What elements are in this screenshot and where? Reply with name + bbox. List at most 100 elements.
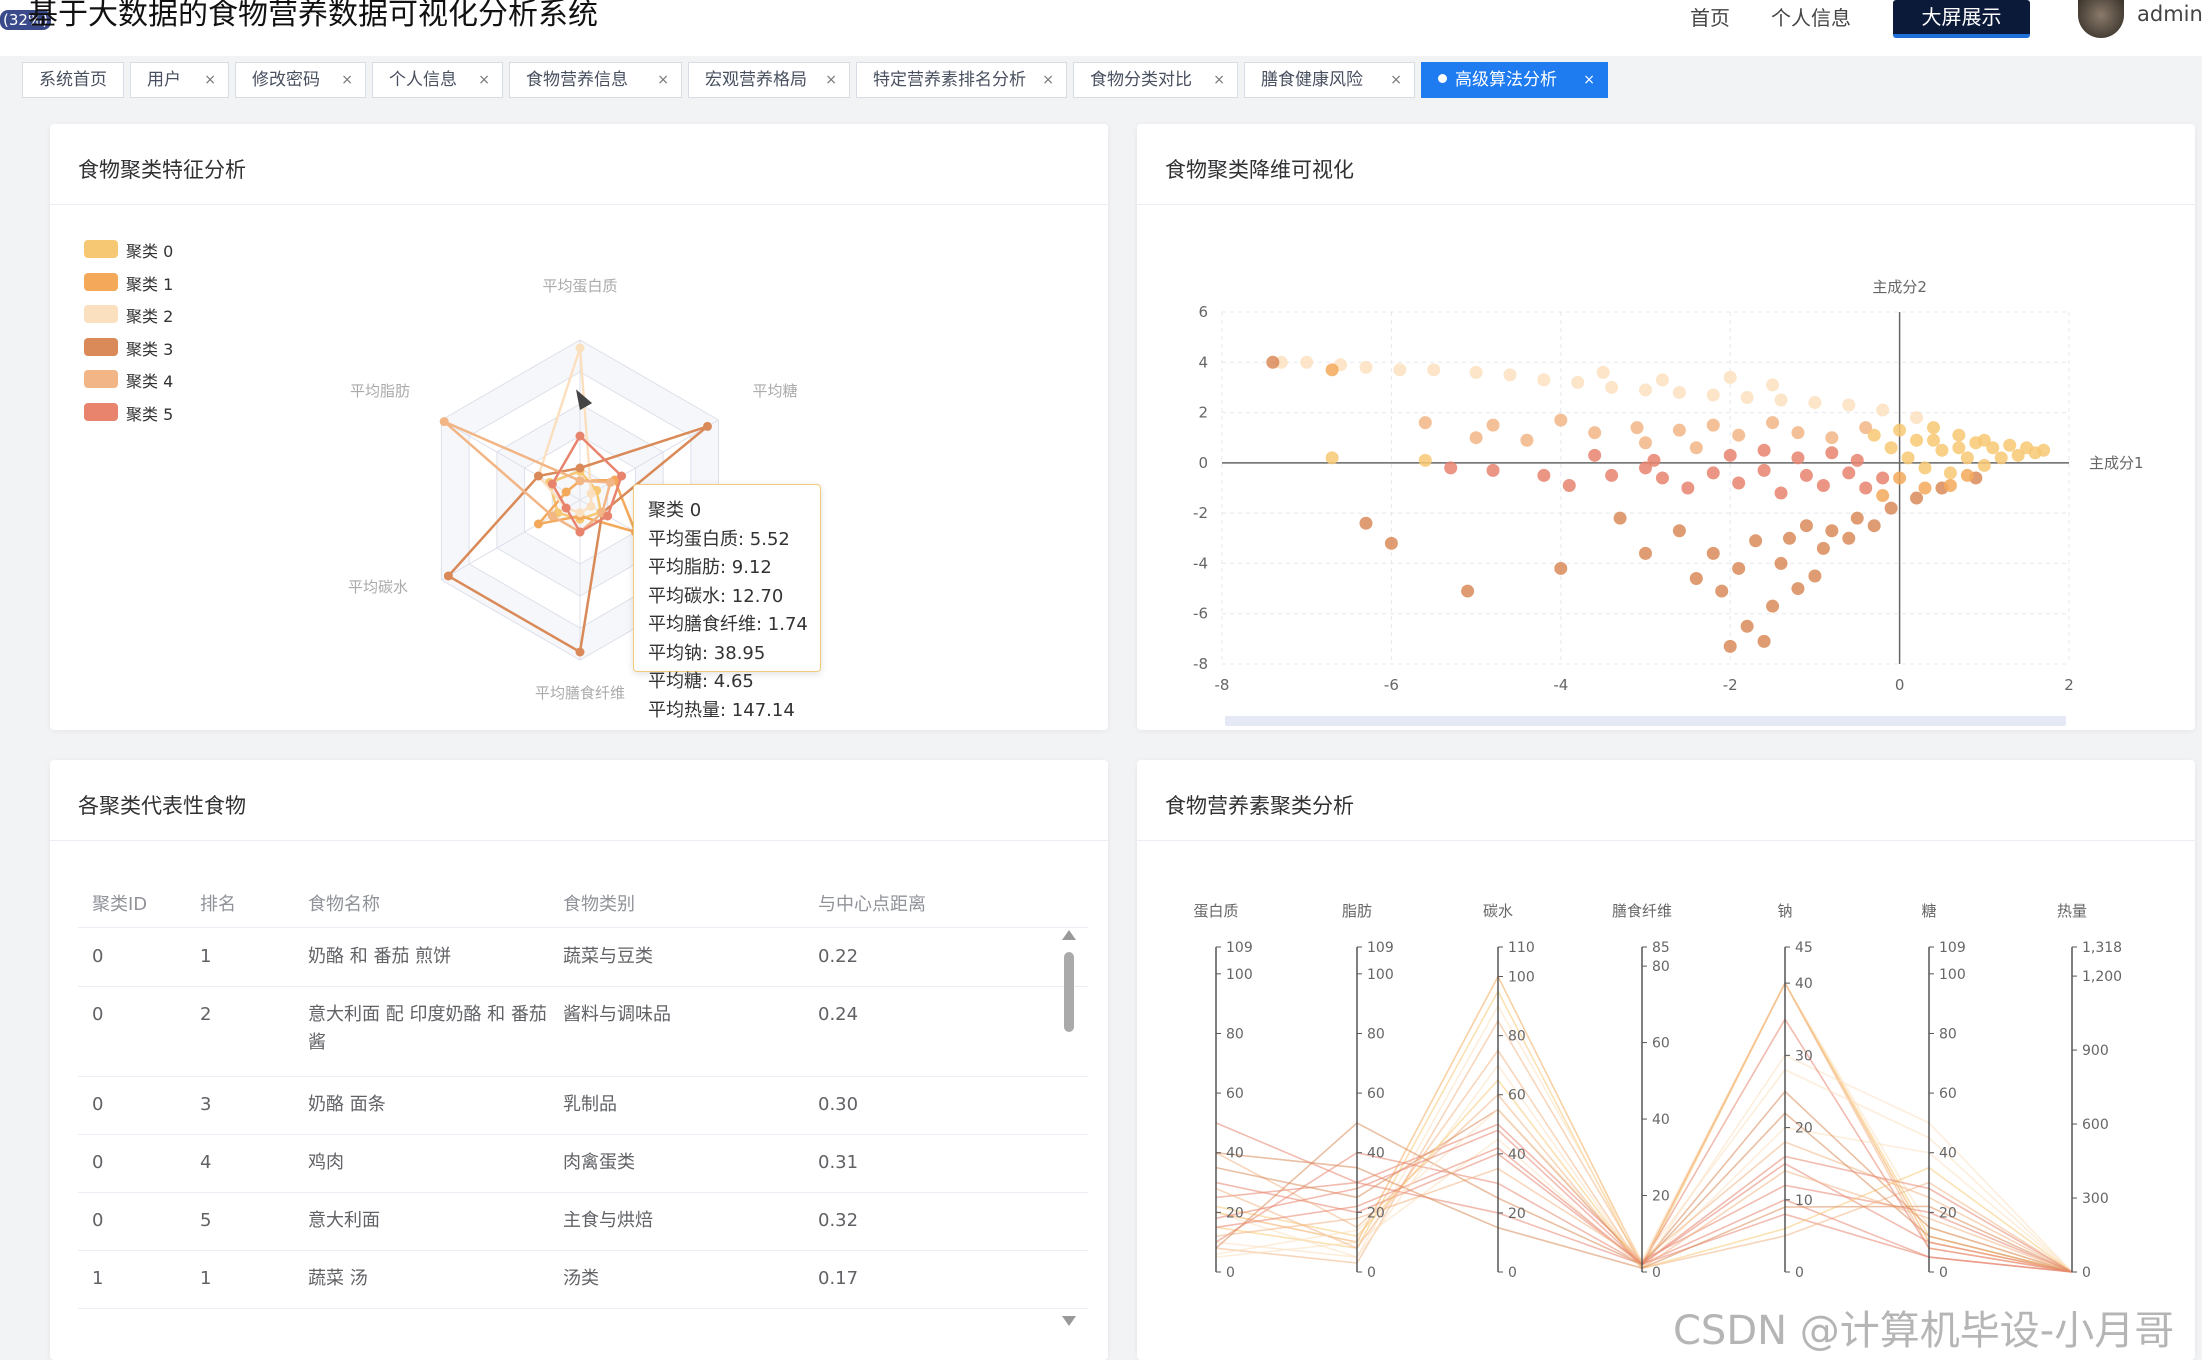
scatter-point <box>1681 481 1695 495</box>
scatter-point <box>2037 443 2051 457</box>
table-row[interactable] <box>78 1134 1088 1135</box>
scatter-point <box>1418 416 1432 430</box>
avatar[interactable] <box>2078 0 2124 38</box>
scatter-point <box>1816 541 1830 555</box>
close-icon[interactable]: × <box>1042 63 1054 97</box>
parallel-axis-name: 碳水 <box>1483 902 1513 920</box>
scatter-point <box>1876 403 1890 417</box>
scatter-y-tick: 2 <box>1198 404 1208 422</box>
radar-series-point <box>561 503 571 513</box>
scatter-point <box>1850 453 1864 467</box>
parallel-tick-label: 1,318 <box>2082 940 2122 956</box>
scatter-point <box>1977 433 1991 447</box>
scatter-point <box>1418 453 1432 467</box>
parallel-tick-label: 60 <box>1652 1036 1670 1052</box>
table-scrollbar[interactable] <box>1062 930 1078 1330</box>
close-icon[interactable]: × <box>657 63 669 97</box>
table-header[interactable]: 与中心点距离 <box>818 890 926 916</box>
tab-item[interactable]: 膳食健康风险 × <box>1244 62 1415 98</box>
user-name[interactable]: admin <box>2137 2 2202 26</box>
parallel-tick-label: 40 <box>1939 1146 1957 1162</box>
scatter-point <box>1749 534 1763 548</box>
scroll-down-icon[interactable] <box>1062 1316 1076 1326</box>
parallel-tick-label: 0 <box>1508 1265 1517 1281</box>
tab-item[interactable]: 系统首页 <box>22 62 124 98</box>
parallel-tick-label: 20 <box>1939 1205 1957 1221</box>
scatter-point <box>1935 443 1949 457</box>
close-icon[interactable]: × <box>1213 63 1225 97</box>
radar-series-point <box>439 417 449 427</box>
table-cell: 0.22 <box>818 946 859 967</box>
tab-item[interactable]: 高级算法分析 × <box>1421 62 1608 98</box>
tab-item[interactable]: 食物营养信息 × <box>509 62 682 98</box>
parallel-tick-label: 109 <box>1939 940 1966 956</box>
close-icon[interactable]: × <box>1390 63 1402 97</box>
tab-item[interactable]: 宏观营养格局 × <box>688 62 850 98</box>
tab-item[interactable]: 修改密码 × <box>235 62 366 98</box>
scatter-point <box>1910 491 1924 505</box>
scatter-point <box>1723 639 1737 653</box>
table-cell: 汤类 <box>563 1268 599 1289</box>
parallel-tick-label: 1,200 <box>2082 969 2122 985</box>
scatter-point <box>1884 501 1898 515</box>
scatter-point <box>1884 441 1898 455</box>
table-row[interactable] <box>78 1192 1088 1193</box>
table-panel: 各聚类代表性食物 聚类ID 排名 食物名称 食物类别 与中心点距离 0 1 奶酪 和 番茄 煎… <box>50 760 1108 1360</box>
scatter-point <box>1808 396 1822 410</box>
table-row[interactable] <box>78 1076 1088 1077</box>
scatter-point <box>1842 531 1856 545</box>
scatter-point <box>1384 536 1398 550</box>
table-row[interactable] <box>78 1250 1088 1251</box>
scatter-point <box>1926 433 1940 447</box>
scatter-point <box>1689 572 1703 586</box>
scatter-point <box>1325 451 1339 465</box>
nav-profile-link[interactable]: 个人信息 <box>1771 2 1851 31</box>
table-header[interactable]: 食物类别 <box>563 890 635 916</box>
scatter-point <box>1943 478 1957 492</box>
nav-home-link[interactable]: 首页 <box>1690 2 1730 31</box>
table-row[interactable] <box>78 986 1088 987</box>
parallel-tick-label: 20 <box>1226 1205 1244 1221</box>
scatter-x-tick: -8 <box>1215 676 1230 694</box>
table-row[interactable] <box>78 1308 1088 1309</box>
close-icon[interactable]: × <box>341 63 353 97</box>
watermark: CSDN @计算机毕设-小月哥 <box>1673 1308 2175 1354</box>
scatter-point <box>1825 431 1839 445</box>
radar-series-point <box>575 343 585 353</box>
scroll-up-icon[interactable] <box>1062 930 1076 940</box>
tooltip-line: 平均蛋白质: 5.52 <box>648 528 790 550</box>
scatter-point <box>1918 461 1932 475</box>
active-dot-icon <box>1438 74 1447 83</box>
scatter-point <box>1926 421 1940 435</box>
parallel-tick-label: 0 <box>2082 1265 2091 1281</box>
scatter-point <box>1596 365 1610 379</box>
table-header[interactable]: 聚类ID <box>92 890 147 916</box>
tab-item[interactable]: 用户 × <box>130 62 229 98</box>
close-icon[interactable]: × <box>825 63 837 97</box>
table-header[interactable]: 排名 <box>200 890 236 916</box>
tab-item[interactable]: 个人信息 × <box>372 62 503 98</box>
parallel-chart[interactable]: 蛋白质109100806040200脂肪109100806040200碳水110… <box>1137 760 2195 1360</box>
scatter-point <box>1613 511 1627 525</box>
scatter-point <box>1867 428 1881 442</box>
tab-item[interactable]: 食物分类对比 × <box>1073 62 1238 98</box>
close-icon[interactable]: × <box>204 63 216 97</box>
scatter-point <box>1910 411 1924 425</box>
scatter-point <box>1325 363 1339 377</box>
parallel-axis-name: 糖 <box>1921 902 1936 920</box>
scroll-thumb[interactable] <box>1064 952 1074 1032</box>
radar-series-point <box>702 421 712 431</box>
radar-chart: 平均蛋白质平均糖平均钠平均膳食纤维平均碳水平均脂肪 <box>348 277 798 702</box>
bigscreen-button[interactable]: 大屏展示 <box>1893 0 2030 38</box>
scatter-chart[interactable]: -8 -6 -4 -2 0 2 6 4 2 0 -2 -4 -6 -8 主成分1 主成分2 <box>1137 124 2195 730</box>
scatter-point <box>1859 481 1873 495</box>
close-icon[interactable]: × <box>1583 63 1595 97</box>
scatter-point <box>1427 363 1441 377</box>
scatter-point <box>1808 569 1822 583</box>
close-icon[interactable]: × <box>478 63 490 97</box>
tab-item[interactable]: 特定营养素排名分析 × <box>856 62 1067 98</box>
scatter-point <box>1605 468 1619 482</box>
table-header[interactable]: 食物名称 <box>308 890 380 916</box>
parallel-tick-label: 40 <box>1508 1147 1526 1163</box>
parallel-tick-label: 20 <box>1367 1205 1385 1221</box>
